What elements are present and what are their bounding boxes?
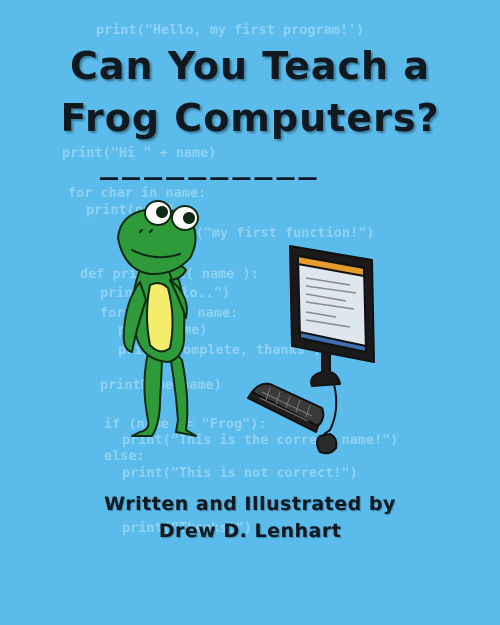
book-cover: print("Hello, my first program!') print(… <box>0 0 500 625</box>
author-name: Drew D. Lenhart <box>158 520 342 542</box>
frog-illustration <box>117 200 199 437</box>
keyboard-illustration <box>247 382 325 433</box>
monitor-illustration <box>289 245 375 387</box>
credit-line-1: Written and Illustrated by <box>104 493 396 515</box>
